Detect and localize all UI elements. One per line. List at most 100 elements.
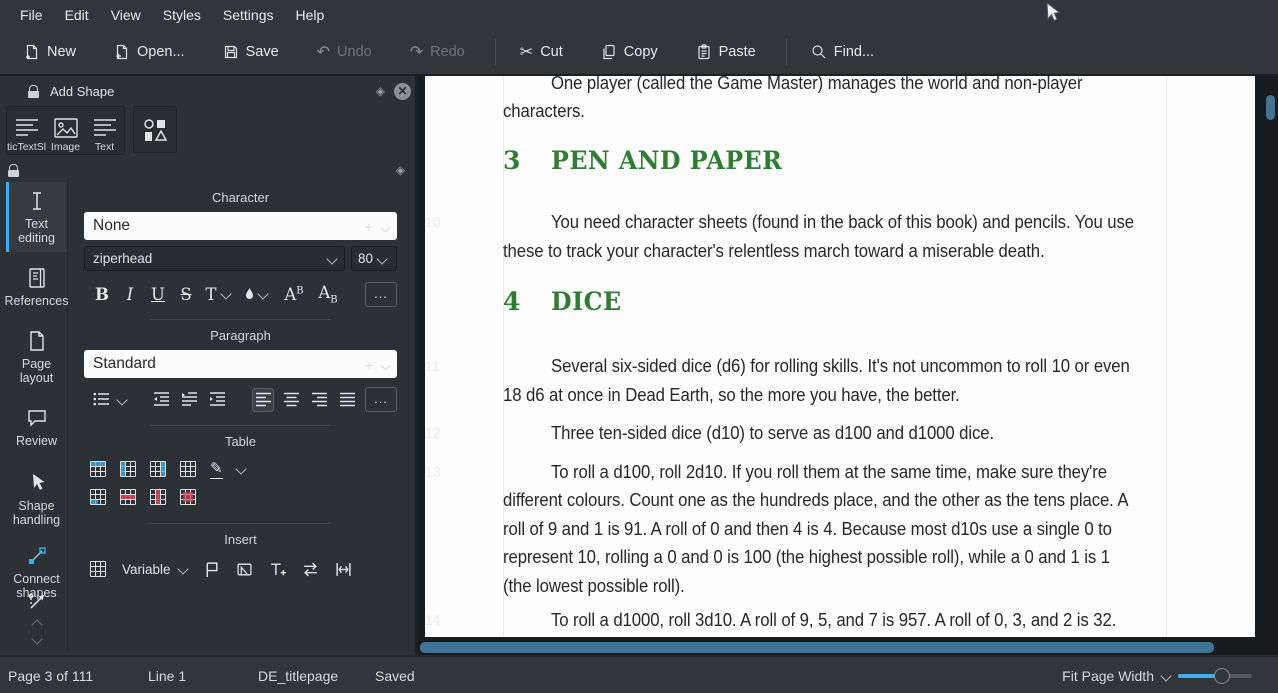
- float-docker-icon[interactable]: ◈: [396, 163, 405, 177]
- chevron-down-icon[interactable]: [381, 222, 391, 232]
- style-indicator[interactable]: DE_titlepage: [258, 668, 338, 684]
- tab-path-editing[interactable]: [26, 585, 48, 617]
- copy-button[interactable]: Copy: [591, 38, 668, 66]
- underline-button[interactable]: U: [146, 285, 170, 304]
- page-indicator[interactable]: Page 3 of 111: [8, 668, 93, 684]
- chevron-down-icon[interactable]: [220, 288, 231, 299]
- vertical-scrollbar-thumb[interactable]: [1266, 95, 1275, 120]
- table-section-title: Table: [70, 434, 411, 449]
- paragraph-number: 11: [425, 358, 468, 375]
- paragraph-style-combobox[interactable]: Standard +: [84, 350, 397, 378]
- align-center-button[interactable]: [280, 388, 302, 412]
- horizontal-scrollbar-thumb[interactable]: [420, 642, 1214, 653]
- close-docker-button[interactable]: ✕: [394, 83, 411, 100]
- zoom-slider-knob[interactable]: [1214, 668, 1230, 684]
- increase-indent-button[interactable]: [206, 388, 228, 412]
- cut-button[interactable]: ✂ Cut: [510, 38, 573, 66]
- document-page[interactable]: One player (called the Game Master) mana…: [425, 76, 1255, 637]
- float-docker-icon[interactable]: ◈: [376, 84, 385, 98]
- menu-settings[interactable]: Settings: [212, 2, 285, 28]
- align-justify-button[interactable]: [336, 388, 358, 412]
- swap-arrows-icon[interactable]: [302, 561, 319, 578]
- redo-button[interactable]: ↷ Redo: [400, 38, 475, 66]
- menu-view[interactable]: View: [100, 2, 152, 28]
- list-style-button[interactable]: [90, 388, 112, 412]
- undo-button[interactable]: ↶ Undo: [307, 38, 382, 66]
- text-shape-button[interactable]: Text: [85, 107, 124, 154]
- tab-page-layout[interactable]: Page layout: [6, 322, 67, 392]
- zoom-slider[interactable]: [1178, 668, 1252, 684]
- find-button[interactable]: Find...: [801, 38, 884, 66]
- chevron-down-icon[interactable]: [1160, 670, 1171, 681]
- shape-collection-button[interactable]: [133, 106, 177, 153]
- tab-label: Shape handling: [6, 499, 67, 527]
- scroll-tabs-down-icon[interactable]: [31, 633, 42, 644]
- border-pen-icon[interactable]: ✎: [210, 459, 223, 479]
- menu-file[interactable]: File: [9, 2, 54, 28]
- new-button[interactable]: New: [14, 38, 86, 66]
- plus-icon[interactable]: +: [365, 357, 373, 373]
- delete-column-button[interactable]: [150, 489, 166, 505]
- delete-table-button[interactable]: [180, 489, 196, 505]
- doc-line: To roll a d100, roll 2d10. If you roll t…: [551, 462, 1169, 483]
- merge-cells-button[interactable]: [180, 461, 196, 477]
- tab-review[interactable]: Review: [6, 392, 67, 462]
- image-shape-button[interactable]: Image: [46, 107, 85, 154]
- italic-button[interactable]: I: [118, 285, 142, 304]
- insert-text-icon[interactable]: [269, 561, 286, 578]
- bookmark-icon[interactable]: [203, 561, 220, 578]
- font-size-combobox[interactable]: 80: [351, 246, 397, 271]
- section-icon[interactable]: [236, 561, 253, 578]
- tab-references[interactable]: References: [6, 252, 67, 322]
- insert-section-title: Insert: [70, 532, 411, 547]
- document-canvas[interactable]: One player (called the Game Master) mana…: [418, 76, 1278, 655]
- chevron-down-icon[interactable]: [116, 394, 127, 405]
- character-style-combobox[interactable]: None +: [84, 212, 397, 240]
- menu-styles[interactable]: Styles: [152, 2, 212, 28]
- chevron-down-icon[interactable]: [257, 288, 268, 299]
- new-document-icon: [24, 44, 40, 60]
- save-button[interactable]: Save: [213, 38, 289, 66]
- delete-row-button[interactable]: [120, 489, 136, 505]
- static-text-shape-button[interactable]: ticTextSl: [7, 107, 46, 154]
- strikethrough-button[interactable]: S: [174, 285, 198, 304]
- first-line-indent-button[interactable]: [178, 388, 200, 412]
- resize-arrows-icon[interactable]: [335, 561, 352, 578]
- insert-row-above-button[interactable]: [90, 461, 106, 477]
- chevron-down-icon[interactable]: [381, 360, 391, 370]
- doc-line: You need character sheets (found in the …: [551, 212, 1169, 233]
- tool-options-content: Character None + ziperhead 80 B: [70, 182, 411, 651]
- comment-icon: [26, 407, 48, 429]
- character-more-button[interactable]: ...: [365, 282, 397, 307]
- scroll-tabs-up-icon[interactable]: [31, 619, 42, 630]
- font-color-button[interactable]: T: [202, 285, 220, 304]
- subscript-button[interactable]: AB: [313, 283, 343, 305]
- open-button[interactable]: Open...: [104, 38, 195, 66]
- paste-button[interactable]: Paste: [686, 38, 766, 66]
- insert-column-right-button[interactable]: [150, 461, 166, 477]
- plus-icon[interactable]: +: [365, 219, 373, 235]
- lock-icon[interactable]: [28, 85, 39, 98]
- decrease-indent-button[interactable]: [150, 388, 172, 412]
- align-right-button[interactable]: [308, 388, 330, 412]
- insert-variable-button[interactable]: Variable: [122, 562, 187, 577]
- paragraph-more-button[interactable]: ...: [365, 387, 397, 412]
- insert-table-button[interactable]: [90, 561, 106, 577]
- insert-column-left-button[interactable]: [120, 461, 136, 477]
- line-indicator[interactable]: Line 1: [148, 668, 186, 684]
- align-left-button[interactable]: [252, 388, 274, 412]
- menu-help[interactable]: Help: [285, 2, 336, 28]
- menu-edit[interactable]: Edit: [54, 2, 100, 28]
- tab-shape-handling[interactable]: Shape handling: [6, 462, 67, 536]
- bold-button[interactable]: B: [90, 285, 114, 304]
- zoom-mode-label[interactable]: Fit Page Width: [1062, 668, 1154, 684]
- insert-row-below-button[interactable]: [90, 489, 106, 505]
- superscript-button[interactable]: AB: [279, 285, 309, 304]
- highlight-color-icon[interactable]: [242, 287, 257, 302]
- font-family-combobox[interactable]: ziperhead: [84, 246, 345, 271]
- chevron-down-icon[interactable]: [235, 463, 246, 474]
- doc-line: different colours. Count one as the hund…: [503, 490, 1121, 511]
- lock-icon[interactable]: [8, 164, 19, 177]
- tab-text-editing[interactable]: Text editing: [6, 182, 67, 252]
- arrow-cursor-icon: [26, 472, 48, 494]
